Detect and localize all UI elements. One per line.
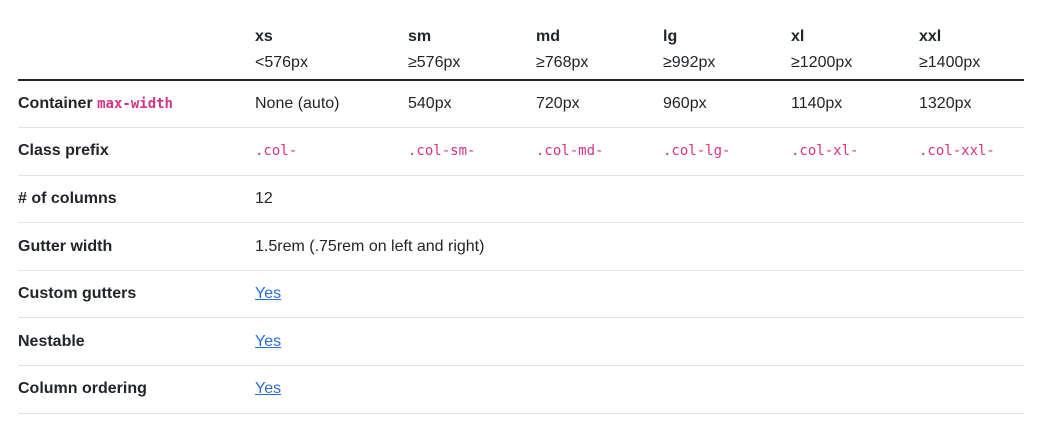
container-xs-cell: None (auto): [255, 80, 408, 129]
table-row-ordering: Column ordering Yes: [18, 365, 1024, 414]
table-row-gutter: Gutter width 1.5rem (.75rem on left and …: [18, 222, 1024, 271]
container-xxl-cell: 1320px: [919, 80, 1024, 129]
nestable-cell: Yes: [255, 317, 1024, 367]
table-row-container: Container max-width None (auto) 540px 72…: [18, 80, 1024, 129]
table-row-nestable: Nestable Yes: [18, 317, 1024, 367]
max-width-code: max-width: [97, 96, 173, 113]
breakpoint-size: ≥576px: [408, 53, 461, 71]
table-row-custom-gutters: Custom gutters Yes: [18, 270, 1024, 319]
class-prefix-code: .col-: [255, 143, 298, 160]
header-cell-lg: lg ≥992px: [663, 0, 791, 81]
grid-options-table-wrapper: xs <576px sm ≥576px md ≥768px lg ≥992px …: [18, 0, 1024, 414]
custom-gutters-yes-link[interactable]: Yes: [255, 285, 281, 302]
row-label-columns: # of columns: [18, 175, 255, 224]
class-prefix-code: .col-xl-: [791, 143, 859, 160]
nestable-yes-link[interactable]: Yes: [255, 333, 281, 350]
breakpoint-name: xs: [255, 27, 273, 45]
row-label-container: Container max-width: [18, 80, 255, 129]
container-md-cell: 720px: [536, 80, 663, 129]
header-row: xs <576px sm ≥576px md ≥768px lg ≥992px …: [18, 0, 1024, 81]
column-ordering-yes-link[interactable]: Yes: [255, 380, 281, 397]
row-label-custom-gutters: Custom gutters: [18, 270, 255, 319]
breakpoint-size: ≥992px: [663, 53, 716, 71]
breakpoint-name: xxl: [919, 27, 942, 45]
table-body: Container max-width None (auto) 540px 72…: [18, 80, 1024, 414]
header-cell-xl: xl ≥1200px: [791, 0, 919, 81]
header-cell-xxl: xxl ≥1400px: [919, 0, 1024, 81]
class-prefix-md-cell: .col-md-: [536, 127, 663, 176]
row-label-class-prefix: Class prefix: [18, 127, 255, 176]
gutter-value-cell: 1.5rem (.75rem on left and right): [255, 222, 1024, 271]
header-cell-xs: xs <576px: [255, 0, 408, 81]
row-label: Container: [18, 95, 98, 113]
breakpoint-name: lg: [663, 27, 678, 45]
breakpoint-size: ≥1400px: [919, 53, 981, 71]
class-prefix-xxl-cell: .col-xxl-: [919, 127, 1024, 176]
ordering-cell: Yes: [255, 365, 1024, 414]
header-cell-sm: sm ≥576px: [408, 0, 536, 81]
class-prefix-code: .col-xxl-: [919, 143, 995, 160]
class-prefix-code: .col-lg-: [663, 143, 731, 160]
breakpoint-name: md: [536, 27, 560, 45]
header-cell-md: md ≥768px: [536, 0, 663, 81]
class-prefix-xl-cell: .col-xl-: [791, 127, 919, 176]
columns-value-cell: 12: [255, 175, 1024, 224]
row-label-ordering: Column ordering: [18, 365, 255, 414]
table-header: xs <576px sm ≥576px md ≥768px lg ≥992px …: [18, 0, 1024, 81]
container-sm-cell: 540px: [408, 80, 536, 129]
container-xl-cell: 1140px: [791, 80, 919, 129]
custom-gutters-cell: Yes: [255, 270, 1024, 319]
grid-options-table: xs <576px sm ≥576px md ≥768px lg ≥992px …: [18, 0, 1024, 414]
container-lg-cell: 960px: [663, 80, 791, 129]
table-row-columns: # of columns 12: [18, 175, 1024, 224]
class-prefix-code: .col-sm-: [408, 143, 476, 160]
table-row-class-prefix: Class prefix .col- .col-sm- .col-md- .co…: [18, 127, 1024, 176]
class-prefix-code: .col-md-: [536, 143, 604, 160]
breakpoint-name: xl: [791, 27, 805, 45]
row-label-nestable: Nestable: [18, 317, 255, 367]
breakpoint-name: sm: [408, 27, 432, 45]
class-prefix-lg-cell: .col-lg-: [663, 127, 791, 176]
header-empty-cell: [18, 0, 255, 81]
breakpoint-size: ≥768px: [536, 53, 589, 71]
class-prefix-xs-cell: .col-: [255, 127, 408, 176]
row-label-gutter: Gutter width: [18, 222, 255, 271]
class-prefix-sm-cell: .col-sm-: [408, 127, 536, 176]
breakpoint-size: <576px: [255, 53, 308, 71]
breakpoint-size: ≥1200px: [791, 53, 853, 71]
